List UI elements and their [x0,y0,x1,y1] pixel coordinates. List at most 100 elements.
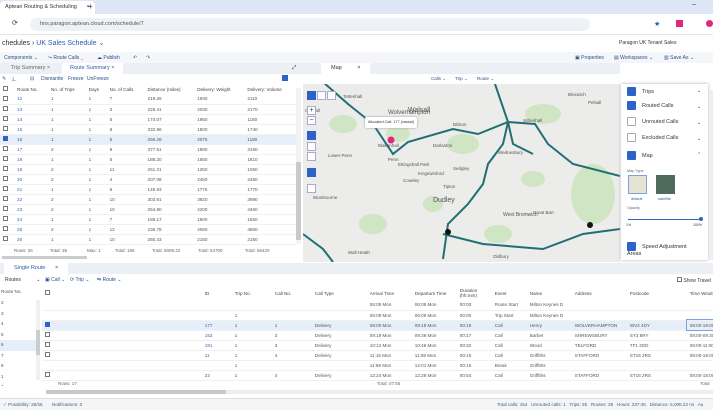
table-row[interactable]: 15 1 1 8 332.96 1800 1740 [0,124,296,135]
tab-single-route[interactable]: Single Route × [4,263,69,274]
workspaces-button[interactable]: ▤ Workspaces ⌄ [614,55,653,61]
column-header[interactable]: Address [572,286,627,300]
save-as-button[interactable]: ▥ Save As ⌄ [664,55,694,61]
properties-button[interactable]: ▣ Properties [575,55,604,61]
search-map-icon[interactable] [317,91,326,100]
globe-icon[interactable] [307,91,316,100]
map-type-default[interactable] [628,175,647,194]
row-checkbox[interactable] [0,174,15,185]
route-tool-icon[interactable] [307,168,316,177]
column-header[interactable]: Delivery: Volume [244,84,296,94]
table-row[interactable]: 153 1 2 Delivery 09:19 Mon 09:36 Mon 00:17 Call… [42,330,713,341]
tab-map[interactable]: Map × [321,63,371,74]
column-header[interactable]: Delivery: Weight [194,84,244,94]
route-list-item[interactable]: 6 [0,340,36,351]
trip-button[interactable]: ⟳ Trip ⌄ [70,277,90,283]
table-row[interactable]: 22 1 4 Delivery 12:24 Mon 12:28 Mon 00:54 Call G… [42,370,713,381]
route-list-header[interactable]: Route No. [0,286,36,298]
bookmark-star-icon[interactable]: ★ [654,20,660,28]
zoom-out-button[interactable]: − [307,116,316,125]
column-chooser-icon[interactable] [282,75,288,81]
layer-unrouted-calls[interactable]: Unrouted Calls [627,117,678,126]
column-header[interactable]: ID [202,286,232,300]
zoom-in-button[interactable]: + [307,106,316,115]
table-row[interactable]: 26 1 1 10 250.43 2150 2160 [0,234,296,245]
row-checkbox[interactable] [42,360,202,371]
route-list-item[interactable]: 1 [0,372,36,383]
row-checkbox[interactable] [42,350,202,361]
chevron-down-icon[interactable]: ⌄ [697,136,701,142]
row-checkbox[interactable] [0,234,15,245]
select-all-checkbox[interactable] [0,84,14,94]
breadcrumb-schedules[interactable]: chedules [2,40,30,47]
extension-icon[interactable] [676,20,683,27]
dismantle-icon[interactable]: ⊟ [30,76,34,82]
row-checkbox[interactable] [0,114,15,125]
table-cell[interactable]: 08:00-09:30 [686,330,713,341]
row-checkbox[interactable] [0,224,15,235]
route-list-item[interactable]: 4 [0,319,36,330]
lasso-select-icon[interactable] [307,142,316,151]
expand-icon[interactable]: ⤢ [292,65,296,72]
row-checkbox[interactable] [42,330,202,341]
row-checkbox[interactable] [0,184,15,195]
column-header[interactable]: Name [527,286,572,300]
tab-trip-summary[interactable]: Trip Summary × [11,65,50,71]
vertical-scrollbar[interactable] [296,88,301,244]
table-cell[interactable]: 06:00-11:00 [686,340,713,351]
opacity-slider-thumb[interactable] [699,217,703,221]
browser-tab[interactable]: Aptean Routing & Scheduling × [0,1,95,14]
map-type-satellite[interactable] [656,175,675,194]
route-filter[interactable]: Route ⌄ [477,76,494,82]
chevron-up-icon[interactable]: ⌃ [697,152,701,158]
chevron-down-icon[interactable]: ⌄ [697,104,701,110]
column-header[interactable]: Call Type [312,286,367,300]
table-row[interactable]: 20 2 1 4 207.08 2450 2480 [0,174,296,185]
pan-hand-icon[interactable] [307,131,316,140]
table-row[interactable]: 12 1 1 7 219.26 1930 2110 [0,94,296,105]
rectangle-select-icon[interactable] [307,152,316,161]
breadcrumb-current[interactable]: UK Sales Schedule [36,40,96,47]
notifications-status[interactable]: Notifications: 0 [52,402,82,407]
select-all-checkbox[interactable] [42,286,202,300]
table-row[interactable]: 19 2 1 11 261.21 1250 1060 [0,164,296,175]
route-calls-button[interactable]: ⤳ Route Calls ⌄ [48,55,83,61]
column-header[interactable]: Time Window Used [687,286,713,300]
table-row[interactable]: 11 1 4 Delivery 11:15 Mon 11:59 Mon 00:15 Call G… [42,350,713,361]
table-row[interactable]: 21 1 1 6 145.93 1775 1770 [0,184,296,195]
chevron-down-icon[interactable]: ⌄ [697,88,701,94]
row-checkbox[interactable] [42,310,202,321]
table-row[interactable]: 181 1 3 Delivery 10:12 Mon 10:46 Mon 00:32 Call… [42,340,713,351]
route-list-item[interactable]: 8 [0,361,36,372]
row-checkbox[interactable] [0,134,15,145]
route-list-item[interactable]: 2 [0,298,36,309]
table-row[interactable]: 24 1 1 7 185.17 1600 1650 [0,214,296,225]
row-checkbox[interactable] [0,164,15,175]
row-checkbox[interactable] [0,124,15,135]
column-header[interactable]: Days [86,84,107,94]
row-checkbox[interactable] [0,144,15,155]
table-row[interactable]: 17 2 1 9 377.51 1890 3160 [0,144,296,155]
route-list-item[interactable]: 7 [0,351,36,362]
table-row[interactable]: 1 11:59 Mon 12:01 Mon 00:16 Break Griffiths [42,360,713,371]
table-cell[interactable]: 08:00-18:00 [686,350,713,361]
table-row[interactable]: 22 2 1 10 303.91 3920 3990 [0,194,296,205]
row-checkbox[interactable] [0,94,15,105]
column-header[interactable]: Arrival Time [367,286,412,300]
routes-select[interactable]: Routes ⌄ [5,277,40,283]
row-checkbox[interactable] [0,204,15,215]
row-checkbox[interactable] [0,104,15,115]
table-row[interactable]: 18 1 1 5 188.20 1650 1810 [0,154,296,165]
panel-scrollbar[interactable] [709,90,713,260]
row-checkbox[interactable] [42,340,202,351]
row-checkbox[interactable] [0,154,15,165]
opacity-slider[interactable] [628,219,701,220]
table-row[interactable]: 23 2 1 10 254.80 4200 4460 [0,204,296,215]
horizontal-scrollbar[interactable] [2,256,87,259]
row-checkbox[interactable] [42,300,202,311]
table-cell[interactable]: 08:00-18:00 [685,319,713,331]
table-row[interactable]: 25 2 1 12 236.78 4060 4560 [0,224,296,235]
table-cell[interactable]: 08:00-18:00 [686,370,713,381]
measure-icon[interactable] [307,184,316,193]
call-button[interactable]: ▣ Call ⌄ [45,277,65,283]
